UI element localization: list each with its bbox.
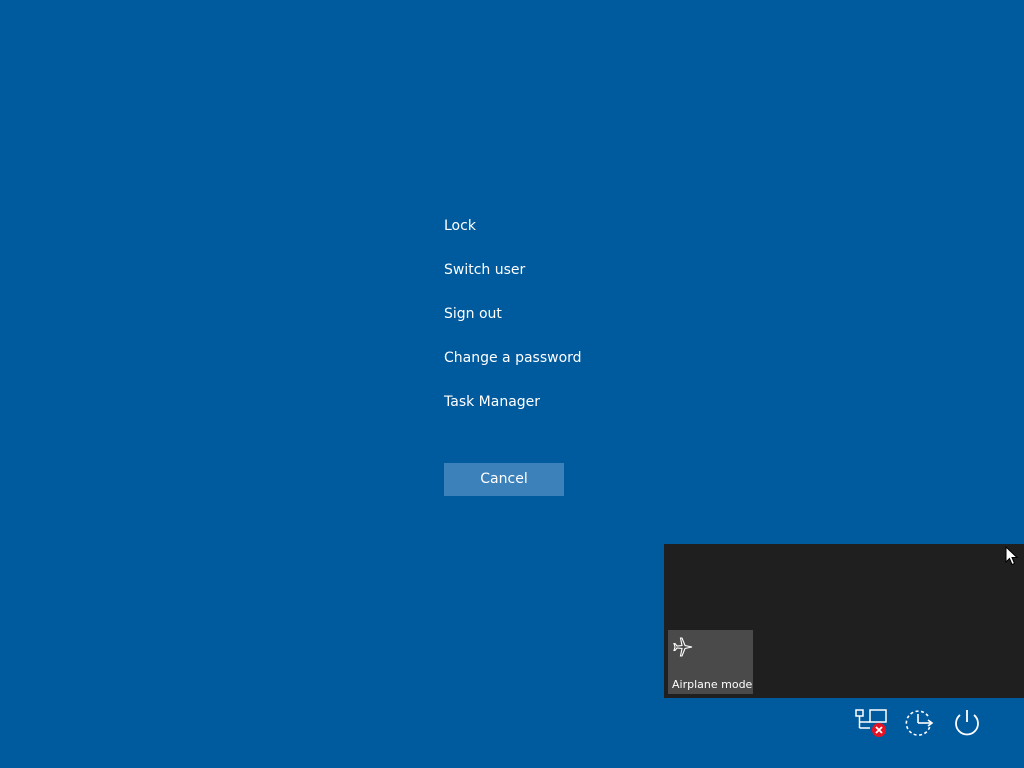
airplane-icon (672, 636, 694, 658)
sign-out-option[interactable]: Sign out (444, 302, 684, 326)
task-manager-option[interactable]: Task Manager (444, 390, 684, 414)
power-icon[interactable] (950, 706, 984, 740)
options-menu: Lock Switch user Sign out Change a passw… (444, 214, 684, 434)
airplane-mode-tile[interactable]: Airplane mode (668, 630, 753, 694)
network-flyout: Airplane mode (664, 544, 1024, 698)
cancel-button[interactable]: Cancel (444, 463, 564, 496)
mouse-pointer-icon (1005, 545, 1019, 566)
network-disconnected-icon[interactable] (854, 706, 888, 740)
lock-option[interactable]: Lock (444, 214, 684, 238)
ease-of-access-icon[interactable] (902, 706, 936, 740)
change-password-option[interactable]: Change a password (444, 346, 684, 370)
secure-attention-screen: { "menu": { "items": [ {"label": "Lock"}… (0, 0, 1024, 768)
airplane-mode-label: Airplane mode (672, 678, 753, 691)
switch-user-option[interactable]: Switch user (444, 258, 684, 282)
